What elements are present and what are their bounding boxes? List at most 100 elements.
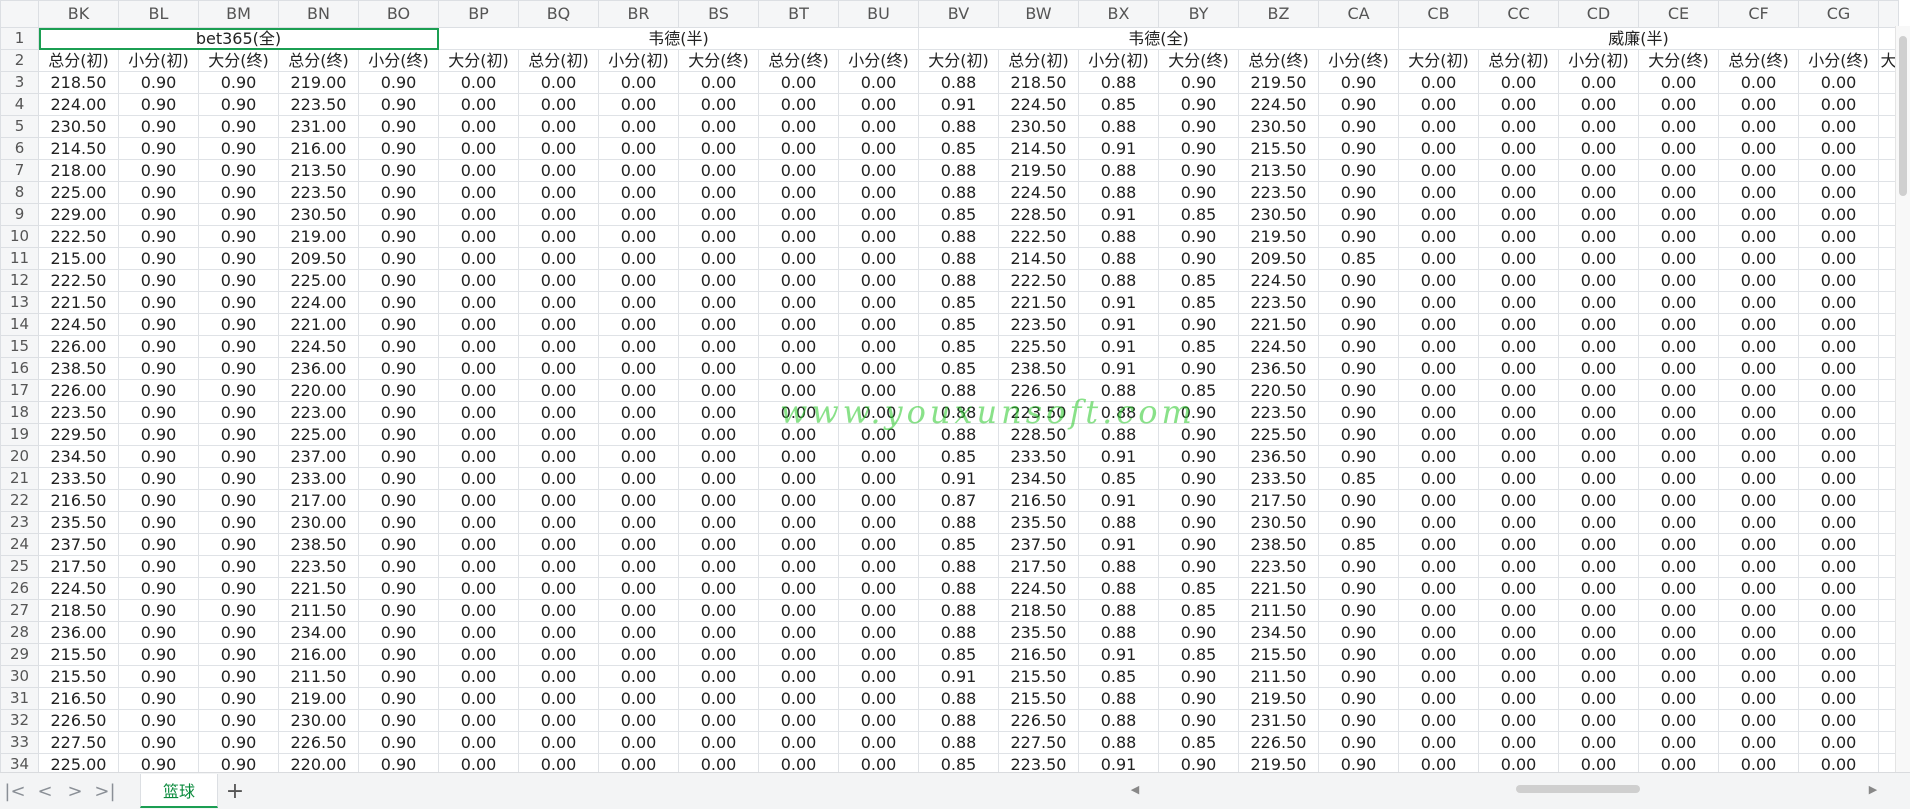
data-cell[interactable]: 0.00 — [1638, 709, 1719, 732]
data-cell[interactable]: 0.90 — [198, 313, 279, 336]
data-cell[interactable]: 0.00 — [1718, 379, 1799, 402]
data-cell[interactable]: 0.00 — [1558, 687, 1639, 710]
data-cell[interactable]: 0.88 — [1078, 599, 1159, 622]
data-cell[interactable]: 0.00 — [518, 247, 599, 270]
data-cell[interactable]: 0.90 — [358, 709, 439, 732]
data-cell[interactable]: 216.00 — [278, 137, 359, 160]
data-cell[interactable]: 0.85 — [918, 357, 999, 380]
data-cell[interactable]: 0.00 — [518, 71, 599, 94]
data-cell[interactable]: 223.50 — [998, 401, 1079, 424]
data-cell[interactable]: 216.50 — [38, 489, 119, 512]
data-cell[interactable]: 0.00 — [1718, 445, 1799, 468]
data-cell[interactable]: 0.00 — [758, 533, 839, 556]
data-cell[interactable]: 211.50 — [1238, 665, 1319, 688]
data-cell[interactable]: 0.90 — [358, 665, 439, 688]
data-cell[interactable]: 0.00 — [1478, 159, 1559, 182]
data-cell[interactable]: 0.00 — [438, 247, 519, 270]
data-cell[interactable]: 0.00 — [758, 137, 839, 160]
data-cell[interactable]: 0.00 — [1478, 643, 1559, 666]
column-header-cg[interactable]: CG — [1798, 0, 1879, 28]
data-cell[interactable]: 228.50 — [998, 203, 1079, 226]
data-cell[interactable]: 0.00 — [678, 247, 759, 270]
data-cell[interactable]: 0.85 — [1158, 291, 1239, 314]
data-cell[interactable]: 0.90 — [1318, 731, 1399, 754]
data-cell[interactable]: 0.00 — [1718, 643, 1799, 666]
data-cell[interactable]: 233.50 — [38, 467, 119, 490]
data-cell[interactable]: 0.00 — [1558, 203, 1639, 226]
data-cell[interactable]: 0.00 — [1398, 291, 1479, 314]
data-cell[interactable]: 0.00 — [1478, 511, 1559, 534]
data-cell[interactable]: 222.50 — [38, 225, 119, 248]
data-cell[interactable]: 0.00 — [438, 269, 519, 292]
data-cell[interactable]: 0.00 — [758, 731, 839, 754]
data-cell[interactable]: 0.90 — [198, 203, 279, 226]
data-cell[interactable]: 221.00 — [278, 313, 359, 336]
data-cell[interactable]: 0.00 — [1718, 137, 1799, 160]
group-header-cell[interactable]: 韦德(半) — [438, 27, 919, 50]
data-cell[interactable]: 231.50 — [1238, 709, 1319, 732]
data-cell[interactable]: 0.00 — [518, 401, 599, 424]
data-cell[interactable]: 0.00 — [1478, 753, 1559, 772]
row-header[interactable]: 6 — [0, 137, 39, 160]
data-cell[interactable]: 0.00 — [1718, 203, 1799, 226]
data-cell[interactable]: 0.00 — [838, 181, 919, 204]
data-cell[interactable]: 217.50 — [38, 555, 119, 578]
data-cell[interactable]: 0.90 — [198, 687, 279, 710]
data-cell[interactable]: 0.00 — [1638, 489, 1719, 512]
data-cell[interactable]: 0.00 — [1638, 599, 1719, 622]
column-header-bv[interactable]: BV — [918, 0, 999, 28]
data-cell[interactable]: 0.90 — [1158, 313, 1239, 336]
data-cell[interactable]: 0.90 — [358, 731, 439, 754]
scroll-left-icon[interactable]: ◀ — [1128, 783, 1142, 796]
plus-icon[interactable]: + — [218, 773, 252, 809]
data-cell[interactable]: 211.50 — [278, 665, 359, 688]
data-cell[interactable]: 0.00 — [1638, 159, 1719, 182]
data-cell[interactable]: 0.00 — [678, 203, 759, 226]
data-cell[interactable]: 226.50 — [998, 379, 1079, 402]
data-cell[interactable]: 219.50 — [1238, 753, 1319, 772]
column-header-ce[interactable]: CE — [1638, 0, 1719, 28]
data-cell[interactable]: 0.00 — [518, 577, 599, 600]
data-cell[interactable]: 216.50 — [998, 643, 1079, 666]
data-cell[interactable]: 234.50 — [38, 445, 119, 468]
data-cell[interactable]: 0.87 — [918, 489, 999, 512]
data-cell[interactable]: 0.90 — [118, 687, 199, 710]
data-cell[interactable]: 215.50 — [38, 665, 119, 688]
data-cell[interactable]: 0.00 — [838, 533, 919, 556]
data-cell[interactable]: 0.90 — [1318, 753, 1399, 772]
field-header-cell[interactable]: 大分(终) — [1638, 49, 1719, 72]
data-cell[interactable]: 0.00 — [438, 731, 519, 754]
data-cell[interactable]: 0.00 — [1798, 753, 1879, 772]
data-cell[interactable]: 0.00 — [438, 445, 519, 468]
data-cell[interactable]: 0.90 — [1158, 709, 1239, 732]
data-cell[interactable]: 229.00 — [38, 203, 119, 226]
data-cell[interactable]: 0.00 — [1638, 291, 1719, 314]
data-cell[interactable]: 0.00 — [838, 643, 919, 666]
data-cell[interactable]: 0.00 — [598, 357, 679, 380]
data-cell[interactable]: 0.00 — [758, 247, 839, 270]
data-cell[interactable]: 0.00 — [838, 225, 919, 248]
scroll-right-icon[interactable]: ▶ — [1866, 783, 1880, 796]
field-header-cell[interactable]: 总分(初) — [998, 49, 1079, 72]
data-cell[interactable]: 226.50 — [1238, 731, 1319, 754]
data-cell[interactable]: 0.90 — [1158, 357, 1239, 380]
data-cell[interactable]: 0.00 — [598, 159, 679, 182]
data-cell[interactable]: 0.00 — [1638, 181, 1719, 204]
data-cell[interactable]: 238.50 — [278, 533, 359, 556]
data-cell[interactable]: 0.88 — [918, 401, 999, 424]
data-cell[interactable]: 227.50 — [38, 731, 119, 754]
data-cell[interactable]: 0.00 — [838, 731, 919, 754]
data-cell[interactable]: 223.50 — [1238, 401, 1319, 424]
data-cell[interactable]: 223.50 — [998, 753, 1079, 772]
data-cell[interactable]: 0.90 — [358, 247, 439, 270]
data-cell[interactable]: 0.00 — [1558, 423, 1639, 446]
data-cell[interactable]: 0.85 — [1158, 203, 1239, 226]
data-cell[interactable]: 0.88 — [1078, 269, 1159, 292]
data-cell[interactable]: 0.85 — [1158, 269, 1239, 292]
data-cell[interactable]: 0.00 — [1718, 335, 1799, 358]
data-cell[interactable]: 0.90 — [1318, 71, 1399, 94]
data-cell[interactable]: 0.00 — [838, 203, 919, 226]
data-cell[interactable]: 0.00 — [1398, 665, 1479, 688]
data-cell[interactable]: 0.00 — [438, 621, 519, 644]
data-cell[interactable]: 0.90 — [1158, 181, 1239, 204]
